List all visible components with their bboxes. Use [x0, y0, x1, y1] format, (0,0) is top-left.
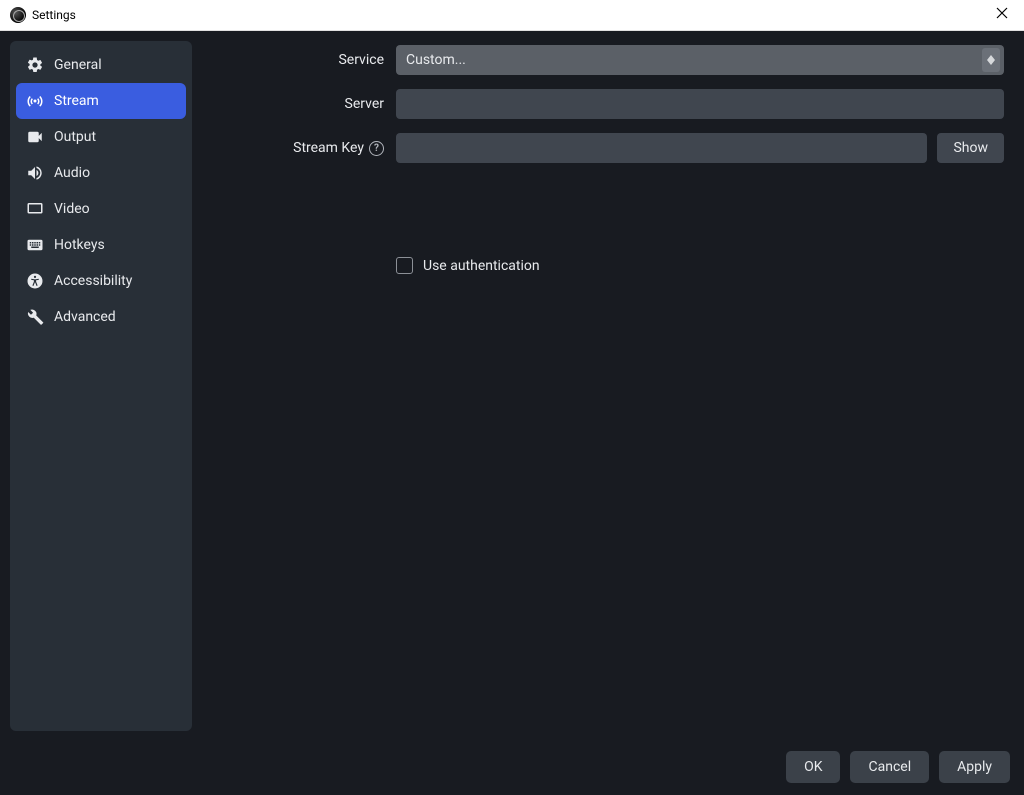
sidebar: General Stream Output Audio [10, 41, 192, 731]
sidebar-item-advanced[interactable]: Advanced [16, 299, 186, 335]
sidebar-item-video[interactable]: Video [16, 191, 186, 227]
keyboard-icon [26, 236, 44, 254]
sidebar-item-label: Stream [54, 93, 99, 109]
updown-icon [982, 48, 1000, 72]
app-body: General Stream Output Audio [0, 31, 1024, 795]
streamkey-input[interactable] [396, 133, 927, 163]
sidebar-item-label: Video [54, 201, 90, 217]
gear-icon [26, 56, 44, 74]
server-row: Server [206, 89, 1004, 119]
sidebar-item-audio[interactable]: Audio [16, 155, 186, 191]
auth-checkbox-label: Use authentication [423, 258, 540, 274]
streamkey-row: Stream Key ? Show [206, 133, 1004, 163]
sidebar-item-label: Output [54, 129, 96, 145]
sidebar-item-label: Advanced [54, 309, 116, 325]
footer: OK Cancel Apply [0, 741, 1024, 795]
auth-row: Use authentication [206, 257, 1004, 274]
close-icon[interactable] [990, 5, 1014, 25]
monitor-icon [26, 200, 44, 218]
antenna-icon [26, 92, 44, 110]
volume-icon [26, 164, 44, 182]
app-icon [10, 7, 26, 23]
sidebar-item-label: Audio [54, 165, 90, 181]
sidebar-item-label: Hotkeys [54, 237, 105, 253]
streamkey-label: Stream Key [293, 140, 364, 156]
service-select[interactable]: Custom... [396, 45, 1004, 75]
server-input[interactable] [396, 89, 1004, 119]
accessibility-icon [26, 272, 44, 290]
content-panel: Service Custom... Server [206, 41, 1014, 731]
titlebar-left: Settings [10, 7, 76, 23]
ok-button[interactable]: OK [786, 751, 840, 783]
titlebar: Settings [0, 0, 1024, 31]
service-label: Service [206, 52, 396, 68]
tools-icon [26, 308, 44, 326]
main-area: General Stream Output Audio [0, 31, 1024, 741]
cancel-button[interactable]: Cancel [850, 751, 929, 783]
sidebar-item-label: General [54, 57, 102, 73]
service-row: Service Custom... [206, 45, 1004, 75]
sidebar-item-hotkeys[interactable]: Hotkeys [16, 227, 186, 263]
auth-checkbox[interactable] [396, 257, 413, 274]
camera-icon [26, 128, 44, 146]
show-button[interactable]: Show [937, 133, 1004, 163]
sidebar-item-accessibility[interactable]: Accessibility [16, 263, 186, 299]
window-title: Settings [32, 8, 76, 22]
auth-checkbox-wrap[interactable]: Use authentication [396, 257, 540, 274]
help-icon[interactable]: ? [369, 141, 384, 156]
sidebar-item-general[interactable]: General [16, 47, 186, 83]
sidebar-item-stream[interactable]: Stream [16, 83, 186, 119]
server-label: Server [206, 96, 396, 112]
sidebar-item-output[interactable]: Output [16, 119, 186, 155]
sidebar-item-label: Accessibility [54, 273, 132, 289]
apply-button[interactable]: Apply [939, 751, 1010, 783]
service-select-value: Custom... [406, 52, 466, 68]
